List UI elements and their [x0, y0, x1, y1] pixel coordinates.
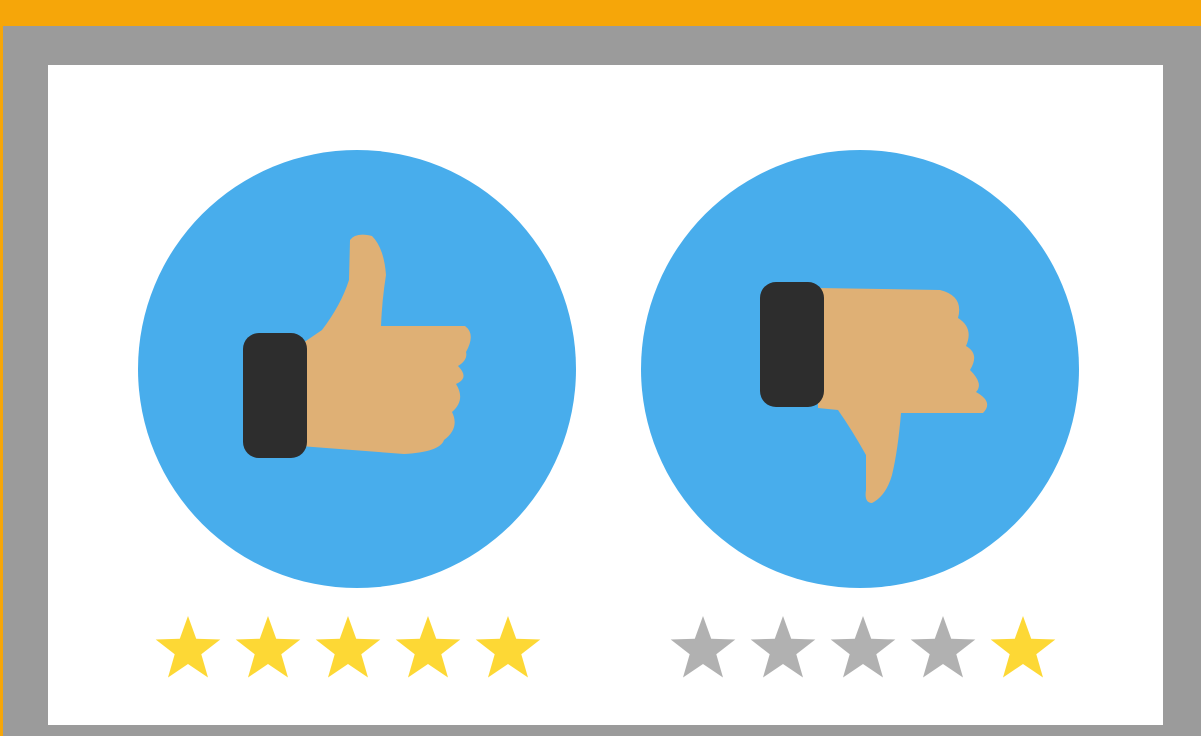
thumbs-down-cuff — [760, 282, 824, 407]
thumbs-up-card[interactable] — [138, 150, 576, 678]
star-filled-icon — [395, 616, 461, 678]
star-filled-icon — [475, 616, 541, 678]
star-empty-icon — [670, 616, 736, 678]
star-filled-icon — [235, 616, 301, 678]
thumbs-down-card[interactable] — [641, 150, 1079, 678]
rating-illustration — [138, 150, 1079, 678]
thumbs-up-stars — [155, 616, 541, 678]
star-empty-icon — [750, 616, 816, 678]
star-filled-icon — [990, 616, 1056, 678]
thumbs-up-cuff — [243, 333, 307, 458]
star-filled-icon — [155, 616, 221, 678]
star-empty-icon — [910, 616, 976, 678]
thumbs-down-stars — [670, 616, 1056, 678]
star-filled-icon — [315, 616, 381, 678]
star-empty-icon — [830, 616, 896, 678]
